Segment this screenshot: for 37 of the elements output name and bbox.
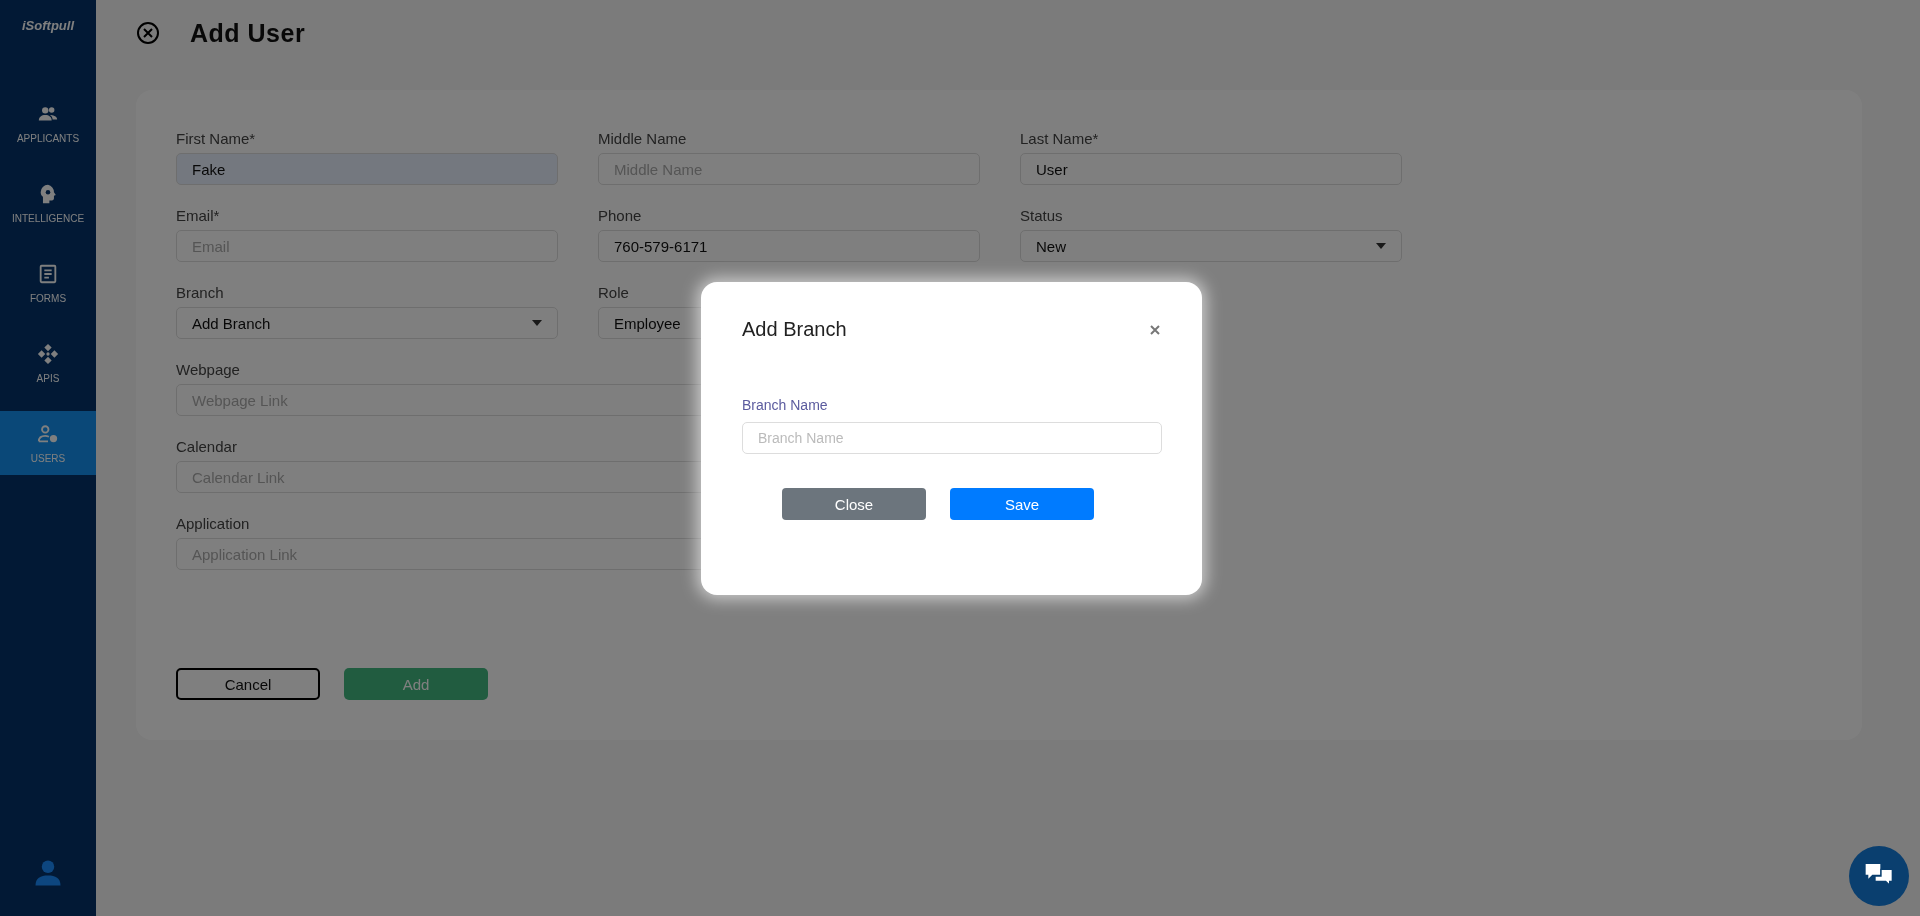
close-button[interactable]: Close — [782, 488, 926, 520]
select-dropdown[interactable]: Add Branch — [176, 307, 558, 339]
document-icon — [37, 262, 59, 285]
field-label: Branch — [176, 284, 224, 301]
page-title: Add User — [190, 18, 306, 48]
sidebar-item[interactable]: APPLICANTS — [0, 91, 96, 155]
field-label: Branch Name — [742, 397, 828, 413]
input-field[interactable]: Fake — [176, 153, 558, 185]
api-icon — [37, 342, 59, 365]
sidebar-item[interactable]: USERS — [0, 411, 96, 475]
field-label: Role — [598, 284, 629, 301]
caret-icon — [532, 320, 542, 326]
input-field[interactable]: User — [1020, 153, 1402, 185]
field-label: Status — [1020, 207, 1063, 224]
field-label: Middle Name — [598, 130, 687, 147]
caret-icon — [1376, 243, 1386, 249]
sidebar-item[interactable]: APIS — [0, 331, 96, 395]
select-dropdown[interactable]: New — [1020, 230, 1402, 262]
sidebar-item[interactable]: FORMS — [0, 251, 96, 315]
field-label: Last Name* — [1020, 130, 1099, 147]
user-gear-icon — [37, 422, 59, 445]
sidebar-item[interactable]: INTELLIGENCE — [0, 171, 96, 235]
logo: iSoftpull — [22, 18, 74, 33]
save-button[interactable]: Save — [950, 488, 1094, 520]
field-label: First Name* — [176, 130, 256, 147]
input-field[interactable]: 760-579-6171 — [598, 230, 980, 262]
cancel-button[interactable]: Cancel — [176, 668, 320, 700]
field-label: Application — [176, 515, 250, 532]
field-label: Phone — [598, 207, 642, 224]
field-label: Calendar — [176, 438, 237, 455]
field-label: Webpage — [176, 361, 240, 378]
chat-button[interactable] — [1849, 846, 1909, 906]
close-icon[interactable] — [1150, 324, 1160, 335]
input-field[interactable]: Branch Name — [742, 422, 1162, 454]
modal-title: Add Branch — [742, 318, 847, 341]
close-icon[interactable] — [136, 21, 160, 45]
field-label: Email* — [176, 207, 220, 224]
